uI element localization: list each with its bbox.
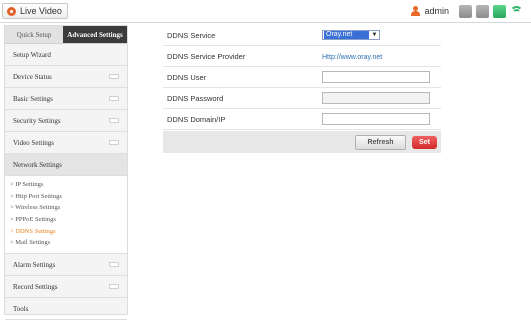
sidebar-item-label: Network Settings: [13, 160, 62, 169]
sidebar-item-label: Alarm Settings: [13, 260, 56, 269]
ddns-provider-link[interactable]: Http://www.oray.net: [322, 54, 382, 61]
expand-icon: [109, 140, 119, 145]
camera-icon: [7, 6, 16, 16]
sidebar-item-label: Security Settings: [13, 116, 61, 125]
submenu-pppoe-settings[interactable]: > PPPoE Settings: [5, 214, 127, 226]
sidebar-item-security-settings[interactable]: Security Settings: [5, 110, 127, 132]
sidebar-item-record-settings[interactable]: Record Settings: [5, 276, 127, 299]
ddns-password-input[interactable]: [322, 92, 430, 104]
ddns-service-label: DDNS Service: [167, 30, 216, 40]
expand-icon: [109, 284, 119, 290]
sidebar-item-label: Video Settings: [13, 138, 54, 147]
ddns-form: DDNS Service Oray.net ▼ DDNS Service Pro…: [163, 25, 441, 153]
ddns-password-label: DDNS Password: [167, 93, 224, 103]
sidebar: Quick Setup Advanced Settings Setup Wiza…: [4, 25, 128, 321]
user-icon: [411, 6, 421, 16]
expand-icon: [109, 118, 119, 123]
sidebar-item-label: Tools: [13, 304, 29, 313]
live-video-label: Live Video: [20, 6, 62, 16]
expand-icon: [109, 96, 119, 101]
ddns-service-row: DDNS Service Oray.net ▼: [163, 25, 441, 46]
tab-quick-setup[interactable]: Quick Setup: [5, 26, 63, 43]
sidebar-item-label: Setup Wizard: [13, 50, 51, 59]
refresh-button[interactable]: Refresh: [355, 134, 406, 150]
submenu-wireless-settings[interactable]: > Wireless Settings: [5, 202, 127, 214]
sidebar-item-label: Basic Settings: [13, 94, 53, 103]
ddns-provider-label: DDNS Service Provider: [167, 51, 246, 61]
sd-card-icon[interactable]: [493, 4, 506, 18]
system-icon[interactable]: [459, 4, 472, 18]
sidebar-item-label: Device Status: [13, 72, 52, 81]
ddns-service-value: Oray.net: [324, 31, 369, 39]
sidebar-tabs: Quick Setup Advanced Settings: [5, 26, 127, 44]
ddns-user-input[interactable]: [322, 71, 430, 83]
expand-icon: [109, 262, 119, 268]
ddns-password-row: DDNS Password: [163, 88, 441, 109]
network-submenu: > IP Settings > Http Port Settings > Wir…: [5, 176, 127, 255]
ddns-user-row: DDNS User: [163, 67, 441, 88]
submenu-ip-settings[interactable]: > IP Settings: [5, 179, 127, 191]
sidebar-item-setup-wizard[interactable]: Setup Wizard: [5, 44, 127, 66]
wifi-icon[interactable]: [510, 5, 523, 18]
sidebar-item-network-settings[interactable]: Network Settings: [5, 154, 127, 176]
ddns-domain-label: DDNS Domain/IP: [167, 114, 226, 124]
sidebar-item-basic-settings[interactable]: Basic Settings: [5, 88, 127, 110]
ddns-provider-row: DDNS Service Provider Http://www.oray.ne…: [163, 46, 441, 67]
ddns-service-select[interactable]: Oray.net ▼: [322, 30, 380, 40]
sidebar-item-alarm-settings[interactable]: Alarm Settings: [5, 254, 127, 277]
submenu-ddns-settings[interactable]: > DDNS Settings: [5, 226, 127, 238]
button-bar: Refresh Set: [163, 131, 441, 153]
top-bar: Live Video admin: [0, 0, 531, 23]
set-button[interactable]: Set: [412, 135, 437, 149]
sidebar-item-video-settings[interactable]: Video Settings: [5, 132, 127, 154]
ddns-domain-row: DDNS Domain/IP: [163, 109, 441, 130]
user-area: admin: [411, 3, 523, 19]
live-video-tab[interactable]: Live Video: [2, 3, 68, 19]
submenu-mail-settings[interactable]: > Mail Settings: [5, 237, 127, 249]
storage-icon[interactable]: [476, 4, 489, 18]
sidebar-item-label: Record Settings: [13, 282, 58, 291]
ddns-user-label: DDNS User: [167, 72, 207, 82]
sidebar-item-tools[interactable]: Tools: [5, 298, 127, 321]
submenu-http-port-settings[interactable]: > Http Port Settings: [5, 191, 127, 203]
expand-icon: [109, 74, 119, 79]
chevron-down-icon: ▼: [371, 32, 378, 38]
sidebar-item-device-status[interactable]: Device Status: [5, 66, 127, 88]
username: admin: [424, 6, 449, 16]
ddns-domain-input[interactable]: [322, 113, 430, 125]
tab-advanced-settings[interactable]: Advanced Settings: [63, 26, 127, 43]
